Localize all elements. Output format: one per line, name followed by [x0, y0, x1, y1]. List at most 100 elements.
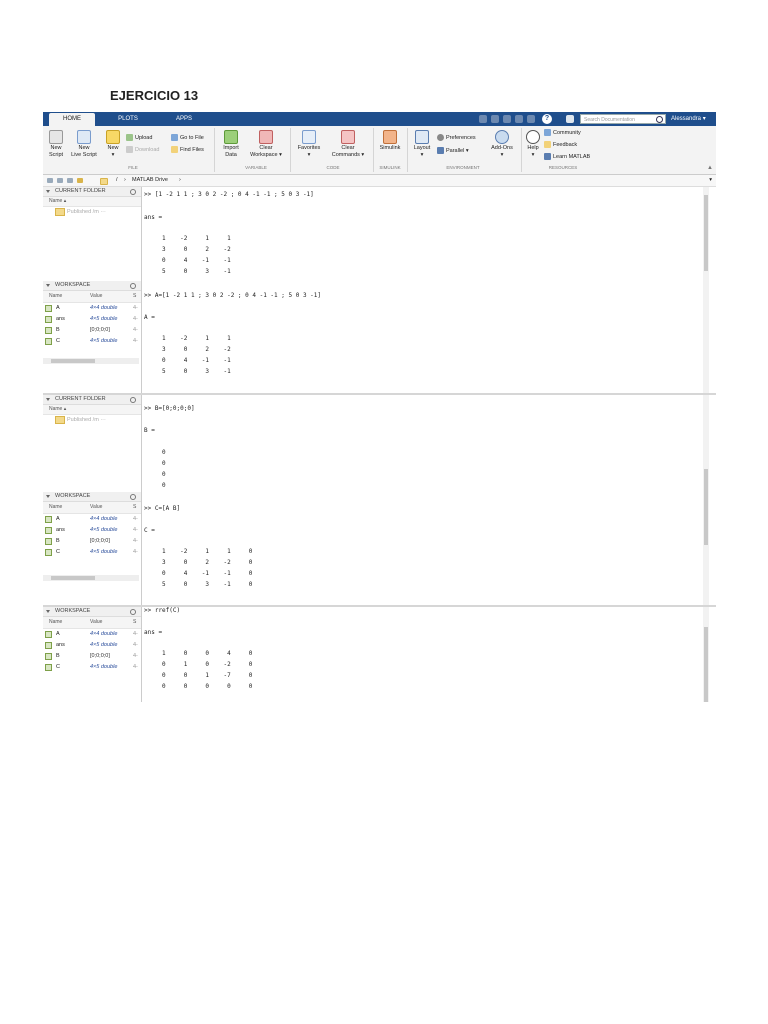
workspace-column-header[interactable]: Name Value S: [43, 617, 141, 629]
output-row: 3 0 2 -2 0: [144, 559, 253, 566]
search-documentation-input[interactable]: Search Documentation: [580, 114, 666, 124]
feedback-icon: [544, 141, 551, 149]
feedback-link[interactable]: Feedback: [544, 141, 577, 149]
workspace-header[interactable]: WORKSPACE: [43, 607, 141, 617]
matrix-icon: [45, 527, 52, 534]
variable-name: A: [56, 631, 60, 637]
copy-quick-icon[interactable]: [503, 115, 511, 123]
preferences-button[interactable]: Preferences: [437, 134, 476, 142]
ribbon-separator: [214, 128, 215, 172]
workspace-variable-row[interactable]: ans 4×5 double 4-: [43, 314, 141, 325]
variable-size: 4-: [133, 538, 138, 544]
output-label: ans =: [144, 214, 163, 221]
back-icon[interactable]: [47, 178, 53, 183]
community-link[interactable]: Community: [544, 129, 581, 137]
search-icon[interactable]: [656, 116, 663, 123]
workspace-panel: WORKSPACE Name Value S A 4×4 double 4- ans 4…: [43, 281, 141, 364]
community-quick-icon[interactable]: [566, 115, 574, 123]
address-bar: / › MATLAB Drive › ▾: [43, 175, 716, 187]
workspace-column-header[interactable]: Name Value S: [43, 502, 141, 514]
matrix-icon: [45, 642, 52, 649]
new-button[interactable]: New ▾: [102, 130, 124, 159]
workspace-header[interactable]: WORKSPACE: [43, 492, 141, 502]
variable-name: ans: [56, 316, 65, 322]
current-folder-header[interactable]: CURRENT FOLDER: [43, 187, 141, 197]
import-data-button[interactable]: Import Data: [218, 130, 244, 159]
gear-icon[interactable]: [130, 609, 136, 615]
matrix-icon: [45, 327, 52, 334]
user-menu[interactable]: Alessandra ▾: [671, 113, 706, 125]
command-line: >> B=[0;0;0;0]: [144, 405, 195, 412]
folder-column-header[interactable]: Name ▴: [43, 405, 141, 415]
workspace-variable-row[interactable]: B [0;0;0;0] 4-: [43, 325, 141, 336]
current-folder-header[interactable]: CURRENT FOLDER: [43, 395, 141, 405]
gear-icon[interactable]: [130, 494, 136, 500]
workspace-variable-row[interactable]: C 4×5 double 4-: [43, 662, 141, 673]
output-row: 5 0 3 -1: [144, 268, 231, 275]
favorites-button[interactable]: Favorites ▾: [294, 130, 324, 159]
clear-commands-button[interactable]: Clear Commands ▾: [327, 130, 369, 159]
variable-value: 4×5 double: [90, 338, 118, 344]
output-row: 3 0 2 -2: [144, 346, 231, 353]
workspace-variable-row[interactable]: C 4×5 double 4-: [43, 547, 141, 558]
workspace-variable-row[interactable]: C 4×5 double 4-: [43, 336, 141, 347]
go-to-file-button[interactable]: Go to File: [171, 134, 204, 142]
gear-icon[interactable]: [130, 397, 136, 403]
workspace-variable-row[interactable]: A 4×4 double 4-: [43, 629, 141, 640]
help-icon[interactable]: ?: [542, 114, 552, 124]
learn-matlab-link[interactable]: Learn MATLAB: [544, 153, 590, 161]
output-row: 0: [144, 460, 166, 467]
tab-apps[interactable]: APPS: [161, 113, 207, 126]
tab-plots[interactable]: PLOTS: [105, 113, 151, 126]
path-matlab-drive[interactable]: MATLAB Drive: [132, 175, 168, 186]
workspace-rows: A 4×4 double 4- ans 4×5 double 4- B [0;0;0;0] 4-…: [43, 629, 141, 673]
parallel-button[interactable]: Parallel ▾: [437, 147, 469, 155]
variable-size: 4-: [133, 305, 138, 311]
workspace-variable-row[interactable]: A 4×4 double 4-: [43, 303, 141, 314]
forward-icon[interactable]: [57, 178, 63, 183]
clear-workspace-button[interactable]: Clear Workspace ▾: [246, 130, 286, 159]
variable-value: 4×5 double: [90, 642, 118, 648]
folder-item[interactable]: Published /m ···: [43, 207, 141, 217]
help-button[interactable]: Help ▾: [524, 130, 542, 159]
address-dropdown-icon[interactable]: ▾: [709, 175, 712, 186]
save-quick-icon[interactable]: [479, 115, 487, 123]
add-ons-button[interactable]: Add-Ons ▾: [487, 130, 517, 159]
browse-icon[interactable]: [77, 178, 83, 183]
gear-icon[interactable]: [130, 283, 136, 289]
vertical-scrollbar[interactable]: [703, 607, 709, 702]
horizontal-scrollbar[interactable]: [43, 575, 139, 581]
command-window-2[interactable]: >> B=[0;0;0;0] B = 0 0 0 0 >> C=[A B] C …: [142, 395, 709, 605]
workspace-column-header[interactable]: Name Value S: [43, 291, 141, 303]
folder-column-header[interactable]: Name ▴: [43, 197, 141, 207]
folder-item[interactable]: Published /m ···: [43, 415, 141, 425]
cut-quick-icon[interactable]: [491, 115, 499, 123]
horizontal-scrollbar[interactable]: [43, 358, 139, 364]
community-label: Community: [553, 130, 581, 136]
layout-button[interactable]: Layout ▾: [410, 130, 434, 159]
command-window-1[interactable]: >> [1 -2 1 1 ; 3 0 2 -2 ; 0 4 -1 -1 ; 5 …: [142, 187, 709, 393]
up-folder-icon[interactable]: [67, 178, 73, 183]
find-files-button[interactable]: Find Files: [171, 146, 204, 154]
upload-button[interactable]: Upload: [126, 134, 152, 142]
import-data-icon: [224, 130, 238, 144]
gear-icon[interactable]: [130, 189, 136, 195]
simulink-button[interactable]: Simulink: [376, 130, 404, 152]
workspace-variable-row[interactable]: B [0;0;0;0] 4-: [43, 651, 141, 662]
command-window-3[interactable]: >> rref(C) ans = 1 0 0 4 0 0 1 0 -2 0 0 …: [142, 607, 709, 702]
workspace-title: WORKSPACE: [55, 493, 91, 499]
workspace-variable-row[interactable]: ans 4×5 double 4-: [43, 640, 141, 651]
workspace-variable-row[interactable]: B [0;0;0;0] 4-: [43, 536, 141, 547]
workspace-variable-row[interactable]: A 4×4 double 4-: [43, 514, 141, 525]
user-name: Alessandra: [671, 116, 702, 122]
collapse-ribbon-icon[interactable]: ▲: [707, 165, 713, 171]
new-script-button[interactable]: New Script: [45, 130, 67, 159]
workspace-variable-row[interactable]: ans 4×5 double 4-: [43, 525, 141, 536]
redo-quick-icon[interactable]: [527, 115, 535, 123]
vertical-scrollbar[interactable]: [703, 187, 709, 393]
new-live-script-button[interactable]: New Live Script: [69, 130, 99, 159]
workspace-header[interactable]: WORKSPACE: [43, 281, 141, 291]
undo-quick-icon[interactable]: [515, 115, 523, 123]
tab-home[interactable]: HOME: [49, 113, 95, 126]
vertical-scrollbar[interactable]: [703, 395, 709, 605]
